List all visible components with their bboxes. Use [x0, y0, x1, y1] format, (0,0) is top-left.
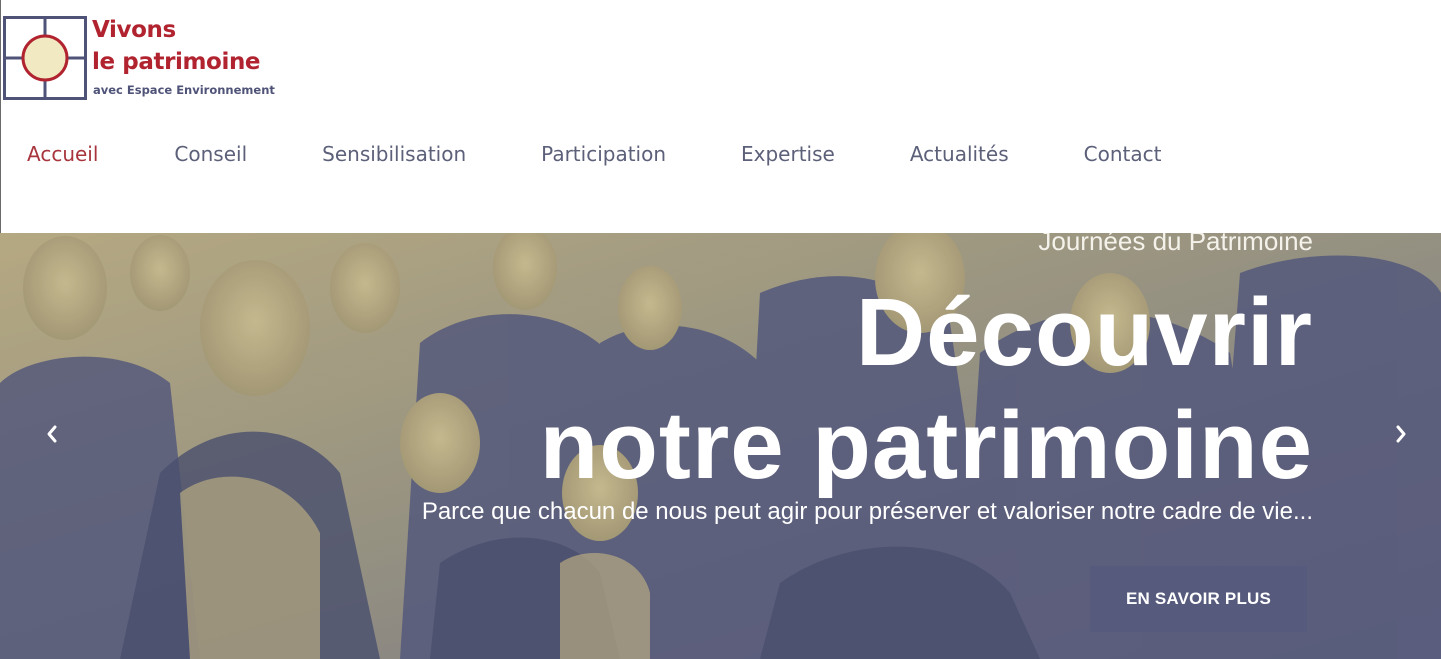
hero-slider: Journées du Patrimoine Découvrir notre p… — [0, 233, 1441, 659]
nav-item-participation[interactable]: Participation — [541, 139, 666, 169]
nav-item-sensibilisation[interactable]: Sensibilisation — [322, 139, 466, 169]
site-logo[interactable]: Vivons le patrimoine avec Espace Environ… — [1, 14, 281, 104]
chevron-left-icon — [47, 425, 57, 443]
nav-item-contact[interactable]: Contact — [1084, 139, 1162, 169]
hero-headline: Découvrir notre patrimoine — [540, 276, 1313, 502]
site-header: Vivons le patrimoine avec Espace Environ… — [0, 0, 1441, 233]
main-nav: Accueil Conseil Sensibilisation Particip… — [27, 139, 1161, 169]
nav-item-actualites[interactable]: Actualités — [910, 139, 1009, 169]
hero-headline-line1: Découvrir — [855, 279, 1313, 386]
nav-item-expertise[interactable]: Expertise — [741, 139, 835, 169]
slider-prev-button[interactable] — [40, 421, 64, 447]
logo-title-line1: Vivons — [92, 17, 176, 43]
learn-more-button[interactable]: EN SAVOIR PLUS — [1090, 566, 1307, 632]
logo-title: Vivons le patrimoine — [92, 14, 261, 78]
chevron-right-icon — [1396, 425, 1406, 443]
hero-eyebrow: Journées du Patrimoine — [1038, 233, 1313, 256]
logo-title-line2: le patrimoine — [92, 49, 261, 75]
logo-subtitle: avec Espace Environnement — [93, 83, 275, 97]
hero-headline-line2: notre patrimoine — [539, 392, 1313, 499]
logo-window-icon — [3, 16, 87, 100]
slider-next-button[interactable] — [1389, 421, 1413, 447]
hero-tagline: Parce que chacun de nous peut agir pour … — [421, 498, 1313, 525]
nav-item-conseil[interactable]: Conseil — [174, 139, 247, 169]
nav-item-accueil[interactable]: Accueil — [27, 139, 98, 169]
